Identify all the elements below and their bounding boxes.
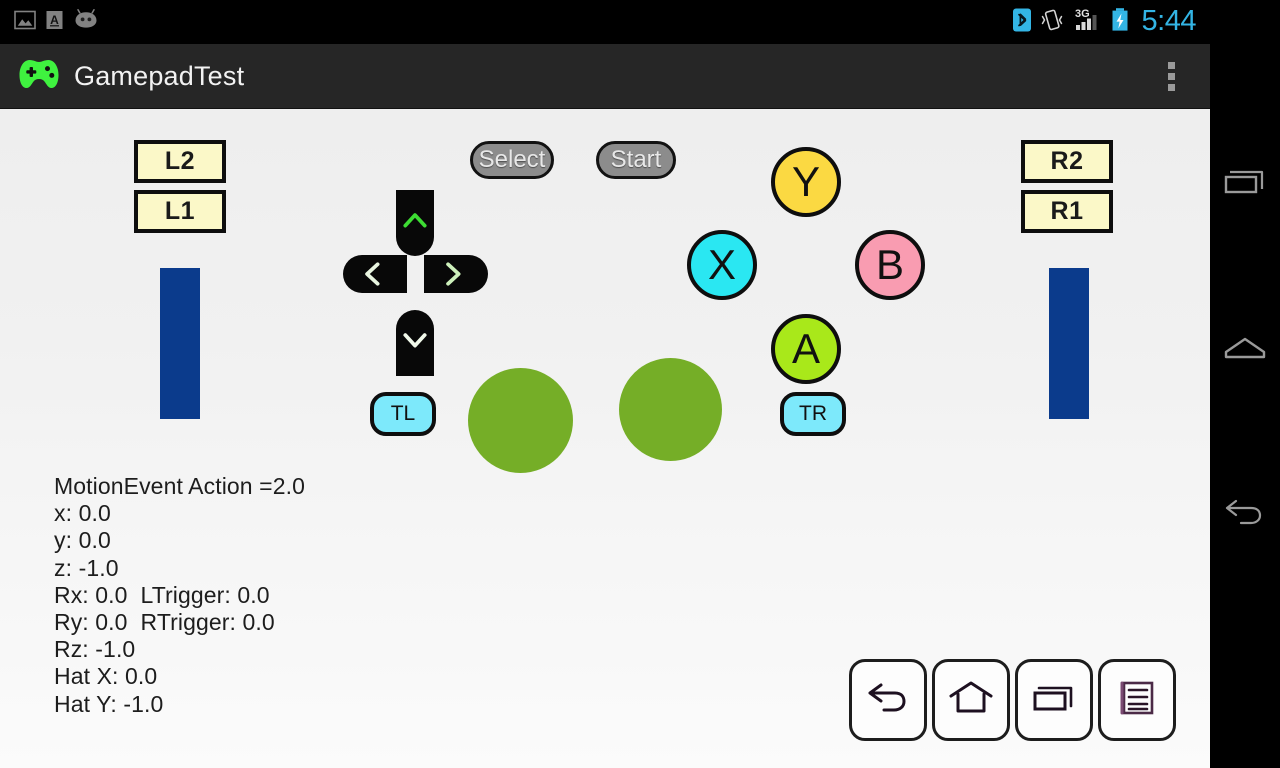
button-l1[interactable]: L1 <box>134 190 226 233</box>
menu-button-label: Select <box>478 146 546 173</box>
shoulder-label: L1 <box>164 197 196 225</box>
recents-icon <box>1222 166 1268 205</box>
app-nav-menu-button[interactable] <box>1098 659 1176 741</box>
dpad-down-arrow-icon <box>403 333 427 348</box>
system-navigation-bar <box>1210 0 1280 768</box>
menu-list-icon <box>1113 678 1161 723</box>
app-action-bar: GamepadTest <box>0 44 1210 109</box>
system-recents-button[interactable] <box>1210 135 1280 235</box>
app-nav-button-group <box>849 659 1176 741</box>
back-arrow-icon <box>1222 496 1268 535</box>
bluetooth-icon <box>1012 7 1032 38</box>
shoulder-label: L2 <box>164 147 196 175</box>
button-l2[interactable]: L2 <box>134 140 226 183</box>
button-r1[interactable]: R1 <box>1021 190 1113 233</box>
thumb-button-label: TR <box>799 402 827 425</box>
overflow-dot <box>1167 72 1175 80</box>
button-r2[interactable]: R2 <box>1021 140 1113 183</box>
button-thumb-right[interactable]: TR <box>780 392 846 436</box>
keyboard-language-icon: A <box>45 9 64 36</box>
face-button-label: B <box>875 241 904 288</box>
overflow-dot <box>1167 83 1175 91</box>
button-b[interactable]: B <box>855 230 925 300</box>
face-button-label: A <box>791 325 820 372</box>
recents-icon <box>1030 678 1078 723</box>
button-start[interactable]: Start <box>596 141 676 179</box>
home-icon <box>1222 331 1268 370</box>
menu-button-label: Start <box>610 146 662 173</box>
trigger-bar-right <box>1049 268 1089 419</box>
app-nav-recents-button[interactable] <box>1015 659 1093 741</box>
app-nav-home-button[interactable] <box>932 659 1010 741</box>
overflow-dot <box>1167 61 1175 69</box>
vibrate-mode-icon <box>1040 7 1064 38</box>
analog-stick-right[interactable] <box>619 358 722 461</box>
3g-signal-icon: 3G <box>1072 6 1102 39</box>
trigger-bar-left <box>160 268 200 419</box>
notification-icon-group: A <box>14 8 99 36</box>
button-thumb-left[interactable]: TL <box>370 392 436 436</box>
status-bar: A 3G 5:44 <box>0 0 1210 44</box>
svg-text:A: A <box>50 13 59 27</box>
dpad-up-arrow-icon <box>403 213 427 228</box>
thumb-button-label: TL <box>390 402 416 425</box>
analog-stick-left[interactable] <box>468 368 573 473</box>
face-button-label: Y <box>791 158 820 205</box>
shoulder-label: R2 <box>1050 147 1084 175</box>
system-back-button[interactable] <box>1210 465 1280 565</box>
system-home-button[interactable] <box>1210 300 1280 400</box>
app-nav-back-button[interactable] <box>849 659 927 741</box>
face-button-label: X <box>707 241 736 288</box>
dpad-right-arrow-icon <box>446 262 461 286</box>
gallery-image-icon <box>14 9 36 36</box>
shoulder-label: R1 <box>1050 197 1084 225</box>
button-a[interactable]: A <box>771 314 841 384</box>
gamepad-icon <box>18 58 60 95</box>
home-icon <box>947 678 995 723</box>
button-y[interactable]: Y <box>771 147 841 217</box>
cyanogenmod-head-icon <box>73 8 99 36</box>
status-right-group: 3G 5:44 <box>1012 4 1197 39</box>
battery-charging-icon <box>1110 7 1130 38</box>
dpad-down[interactable] <box>396 310 434 376</box>
button-select[interactable]: Select <box>470 141 554 179</box>
dpad-right[interactable] <box>424 255 488 293</box>
page-title: GamepadTest <box>74 60 245 91</box>
overflow-menu-icon[interactable] <box>1158 56 1184 96</box>
gamepad-test-canvas: L2 L1 R2 R1 Select Start Y X B A TL TR MotionEve… <box>0 109 1210 768</box>
status-bar-clock: 5:44 <box>1141 4 1197 37</box>
device-screen: A 3G 5:44 GamepadTest L2 L1 R2 R1 Select… <box>0 0 1280 768</box>
back-arrow-icon <box>864 678 912 723</box>
dpad-left[interactable] <box>343 255 407 293</box>
motion-event-readout: MotionEvent Action =2.0 x: 0.0 y: 0.0 z:… <box>54 473 305 717</box>
dpad-left-arrow-icon <box>365 262 380 286</box>
network-type-label: 3G <box>1075 8 1090 20</box>
dpad-up[interactable] <box>396 190 434 256</box>
button-x[interactable]: X <box>687 230 757 300</box>
